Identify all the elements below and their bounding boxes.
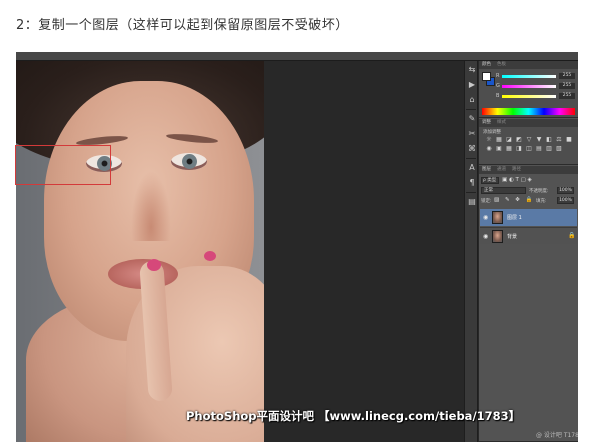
green-slider-row: G 255: [496, 83, 576, 90]
step-caption: 2：复制一个图层（这样可以起到保留原图层不受破坏）: [16, 18, 349, 33]
adjustment-icons: ☼ ▦ ◪ ◩ ▽ ▼ ◧ ⚖ ■ ◉ ▣ ▦ ◨ ◫ ▤ ▥ ▧: [485, 136, 573, 152]
character-icon[interactable]: A: [465, 162, 479, 174]
blue-slider-row: B 255: [496, 93, 576, 100]
photoshop-window: ⇆ ▶ ⌂ ✎ ✂ ⌘ A ¶ ▤ 颜色 色板 R 255 G 255 B 25…: [16, 52, 578, 442]
window-topbar: [16, 52, 578, 61]
brush-icon[interactable]: ✎: [465, 113, 479, 125]
layer-name: 图层 1: [507, 215, 522, 221]
green-slider[interactable]: [502, 85, 556, 88]
layer-thumbnail: [492, 230, 503, 243]
tools-strip: ⇆ ▶ ⌂ ✎ ✂ ⌘ A ¶ ▤: [464, 61, 478, 442]
home-icon[interactable]: ⌂: [465, 94, 479, 106]
curves-icon[interactable]: ◪: [505, 136, 513, 143]
brightness-icon[interactable]: ☼: [485, 136, 493, 143]
eye-right: [171, 153, 207, 170]
vibrance-icon[interactable]: ▽: [525, 136, 533, 143]
selective-color-icon[interactable]: ▥: [545, 145, 553, 152]
tab-channels[interactable]: 通道: [494, 166, 509, 174]
fingernail: [147, 259, 161, 271]
lock-icon: 🔒: [568, 232, 576, 239]
command-icon[interactable]: ⌘: [465, 143, 479, 155]
separator: [466, 158, 476, 159]
visibility-eye-icon[interactable]: ◉: [483, 214, 488, 221]
filter-icons[interactable]: ▣ ◐ T ▢ ◈: [502, 177, 532, 183]
opacity-label: 不透明度:: [529, 189, 549, 194]
nose: [131, 171, 171, 241]
color-lookup-icon[interactable]: ▦: [505, 145, 513, 152]
green-label: G: [496, 83, 500, 89]
red-slider-row: R 255: [496, 73, 576, 80]
tab-paths[interactable]: 路径: [509, 166, 524, 174]
portrait-photo: [16, 61, 264, 442]
layers-panel-tabs: 图层 通道 路径: [479, 166, 578, 174]
fingernail: [204, 251, 216, 261]
foreground-color-swatch[interactable]: [482, 72, 491, 81]
green-value[interactable]: 255: [559, 83, 575, 89]
layers-filter-bar: ρ 类型 ▣ ◐ T ▢ ◈: [481, 176, 576, 184]
fill-field[interactable]: 100%: [557, 197, 574, 204]
invert-icon[interactable]: ◨: [515, 145, 523, 152]
red-value[interactable]: 255: [559, 73, 575, 79]
adjustments-panel-tabs: 调整 样式: [479, 119, 578, 127]
gradient-map-icon[interactable]: ▧: [555, 145, 563, 152]
lock-row: 锁定: ▨ ✎ ✥ 🔒 填充: 100%: [481, 197, 576, 205]
layers-panel: 图层 通道 路径 ρ 类型 ▣ ◐ T ▢ ◈ 正常 不透明度: 100% 锁定…: [479, 166, 578, 442]
levels-icon[interactable]: ▦: [495, 136, 503, 143]
exposure-icon[interactable]: ◩: [515, 136, 523, 143]
tab-adjustments[interactable]: 调整: [479, 119, 494, 127]
scissors-icon[interactable]: ✂: [465, 128, 479, 140]
lock-label: 锁定:: [481, 199, 492, 204]
tab-layers[interactable]: 图层: [479, 166, 494, 174]
gradient-icon[interactable]: ▼: [535, 136, 543, 143]
blue-value[interactable]: 255: [559, 93, 575, 99]
photo-filter-icon[interactable]: ◉: [485, 145, 493, 152]
document-canvas[interactable]: [16, 61, 461, 442]
channel-mixer-icon[interactable]: ▣: [495, 145, 503, 152]
paragraph-icon[interactable]: ¶: [465, 177, 479, 189]
play-icon[interactable]: ▶: [465, 79, 479, 91]
blue-slider[interactable]: [502, 95, 556, 98]
layer-row[interactable]: ◉ 图层 1: [480, 209, 577, 226]
separator: [466, 109, 476, 110]
red-slider[interactable]: [502, 75, 556, 78]
red-label: R: [496, 73, 500, 79]
layer-name: 背景: [507, 234, 518, 240]
color-spectrum-bar[interactable]: [482, 108, 575, 115]
separator: [466, 192, 476, 193]
properties-icon[interactable]: ▤: [465, 196, 479, 208]
watermark-text: PhotoShop平面设计吧 【www.linecg.com/tieba/178…: [186, 409, 521, 423]
fill-label: 填充:: [536, 199, 547, 204]
black-white-icon[interactable]: ■: [565, 136, 573, 143]
tab-color[interactable]: 颜色: [479, 61, 494, 69]
right-panels: 颜色 色板 R 255 G 255 B 255 调整 样式 添加调整 ☼ ▦ ◪…: [479, 61, 578, 442]
adjustments-panel: 调整 样式 添加调整 ☼ ▦ ◪ ◩ ▽ ▼ ◧ ⚖ ■ ◉ ▣ ▦ ◨ ◫ ▤…: [479, 119, 578, 165]
color-panel: 颜色 色板 R 255 G 255 B 255: [479, 61, 578, 118]
posterize-icon[interactable]: ◫: [525, 145, 533, 152]
swap-icon[interactable]: ⇆: [465, 64, 479, 76]
credit-text: @ 设计吧 T1783: [536, 432, 578, 439]
blend-row: 正常 不透明度: 100%: [481, 187, 576, 195]
color-panel-tabs: 颜色 色板: [479, 61, 578, 69]
visibility-eye-icon[interactable]: ◉: [483, 233, 488, 240]
layer-thumbnail: [492, 211, 503, 224]
layer-highlight-annotation: [15, 145, 111, 185]
blend-mode-select[interactable]: 正常: [481, 187, 526, 194]
layer-row[interactable]: ◉ 背景 🔒: [480, 227, 577, 244]
add-adjustment-label: 添加调整: [483, 130, 501, 135]
tab-styles[interactable]: 样式: [494, 119, 509, 127]
color-balance-icon[interactable]: ⚖: [555, 136, 563, 143]
opacity-field[interactable]: 100%: [557, 187, 574, 194]
threshold-icon[interactable]: ▤: [535, 145, 543, 152]
kind-filter-select[interactable]: ρ 类型: [481, 176, 499, 184]
hue-saturation-icon[interactable]: ◧: [545, 136, 553, 143]
tab-swatches[interactable]: 色板: [494, 61, 509, 69]
blue-label: B: [496, 93, 500, 99]
lock-icons[interactable]: ▨ ✎ ✥ 🔒: [494, 197, 535, 203]
